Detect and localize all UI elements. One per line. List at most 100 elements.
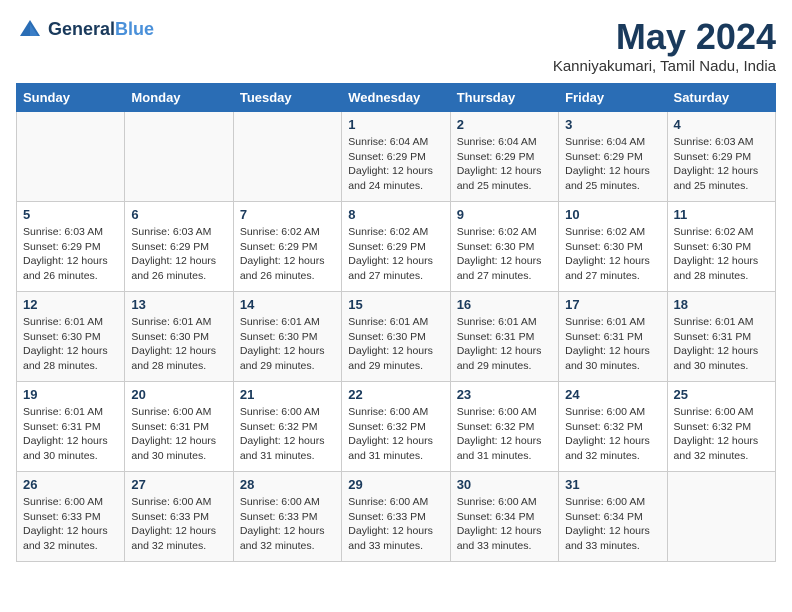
day-info: Sunrise: 6:00 AM Sunset: 6:34 PM Dayligh… (565, 495, 660, 554)
calendar-cell: 3 Sunrise: 6:04 AM Sunset: 6:29 PM Daylig… (559, 112, 667, 202)
weekday-header: Monday (125, 84, 233, 112)
day-number: 5 (23, 207, 118, 222)
day-number: 15 (348, 297, 443, 312)
calendar-cell: 6Sunrise: 6:03 AM Sunset: 6:29 PM Daylig… (125, 202, 233, 292)
calendar-cell: 15 Sunrise: 6:01 AM Sunset: 6:30 PM Dayli… (342, 292, 450, 382)
day-info: Sunrise: 6:04 AM Sunset: 6:29 PM Dayligh… (565, 135, 660, 194)
calendar-cell: 13Sunrise: 6:01 AM Sunset: 6:30 PM Dayli… (125, 292, 233, 382)
weekday-header-row: SundayMondayTuesdayWednesdayThursdayFrid… (17, 84, 776, 112)
calendar-cell: 5 Sunrise: 6:03 AM Sunset: 6:29 PM Daylig… (17, 202, 125, 292)
day-number: 27 (131, 477, 226, 492)
day-number: 12 (23, 297, 118, 312)
day-number: 21 (240, 387, 335, 402)
day-number: 29 (348, 477, 443, 492)
calendar-cell: 16 Sunrise: 6:01 AM Sunset: 6:31 PM Dayli… (450, 292, 558, 382)
day-number: 9 (457, 207, 552, 222)
weekday-header: Thursday (450, 84, 558, 112)
day-number: 6 (131, 207, 226, 222)
page-header: GeneralBlue May 2024 Kanniyakumari, Tami… (16, 16, 776, 75)
day-info: Sunrise: 6:04 AM Sunset: 6:29 PM Dayligh… (348, 135, 443, 194)
day-info: Sunrise: 6:00 AM Sunset: 6:34 PM Dayligh… (457, 495, 552, 554)
day-info: Sunrise: 6:01 AM Sunset: 6:30 PM Dayligh… (348, 315, 443, 374)
day-number: 20 (131, 387, 226, 402)
title-block: May 2024 Kanniyakumari, Tamil Nadu, Indi… (553, 16, 776, 75)
day-info: Sunrise: 6:03 AM Sunset: 6:29 PM Dayligh… (674, 135, 769, 194)
calendar-table: SundayMondayTuesdayWednesdayThursdayFrid… (16, 83, 776, 562)
day-info: Sunrise: 6:03 AM Sunset: 6:29 PM Dayligh… (23, 225, 118, 284)
day-number: 10 (565, 207, 660, 222)
calendar-cell: 21 Sunrise: 6:00 AM Sunset: 6:32 PM Dayli… (233, 382, 341, 472)
day-info: Sunrise: 6:00 AM Sunset: 6:32 PM Dayligh… (348, 405, 443, 464)
weekday-header: Wednesday (342, 84, 450, 112)
calendar-cell: 18Sunrise: 6:01 AM Sunset: 6:31 PM Dayli… (667, 292, 775, 382)
day-number: 26 (23, 477, 118, 492)
day-info: Sunrise: 6:02 AM Sunset: 6:30 PM Dayligh… (565, 225, 660, 284)
calendar-cell: 31 Sunrise: 6:00 AM Sunset: 6:34 PM Dayli… (559, 472, 667, 562)
day-info: Sunrise: 6:02 AM Sunset: 6:30 PM Dayligh… (674, 225, 769, 284)
weekday-header: Sunday (17, 84, 125, 112)
day-info: Sunrise: 6:00 AM Sunset: 6:32 PM Dayligh… (457, 405, 552, 464)
calendar-cell: 29 Sunrise: 6:00 AM Sunset: 6:33 PM Dayli… (342, 472, 450, 562)
day-info: Sunrise: 6:00 AM Sunset: 6:33 PM Dayligh… (348, 495, 443, 554)
calendar-week-row: 26 Sunrise: 6:00 AM Sunset: 6:33 PM Dayli… (17, 472, 776, 562)
calendar-cell: 9 Sunrise: 6:02 AM Sunset: 6:30 PM Daylig… (450, 202, 558, 292)
day-number: 2 (457, 117, 552, 132)
month-title: May 2024 (553, 16, 776, 58)
day-number: 1 (348, 117, 443, 132)
day-number: 25 (674, 387, 769, 402)
calendar-cell: 27Sunrise: 6:00 AM Sunset: 6:33 PM Dayli… (125, 472, 233, 562)
day-number: 19 (23, 387, 118, 402)
calendar-week-row: 1 Sunrise: 6:04 AM Sunset: 6:29 PM Daylig… (17, 112, 776, 202)
day-number: 23 (457, 387, 552, 402)
calendar-cell (667, 472, 775, 562)
calendar-cell: 19 Sunrise: 6:01 AM Sunset: 6:31 PM Dayli… (17, 382, 125, 472)
day-info: Sunrise: 6:02 AM Sunset: 6:29 PM Dayligh… (240, 225, 335, 284)
day-number: 31 (565, 477, 660, 492)
day-info: Sunrise: 6:00 AM Sunset: 6:33 PM Dayligh… (240, 495, 335, 554)
day-number: 16 (457, 297, 552, 312)
calendar-cell: 17 Sunrise: 6:01 AM Sunset: 6:31 PM Dayli… (559, 292, 667, 382)
day-number: 22 (348, 387, 443, 402)
calendar-cell: 25 Sunrise: 6:00 AM Sunset: 6:32 PM Dayli… (667, 382, 775, 472)
day-info: Sunrise: 6:04 AM Sunset: 6:29 PM Dayligh… (457, 135, 552, 194)
day-info: Sunrise: 6:01 AM Sunset: 6:31 PM Dayligh… (565, 315, 660, 374)
day-info: Sunrise: 6:01 AM Sunset: 6:31 PM Dayligh… (457, 315, 552, 374)
day-number: 3 (565, 117, 660, 132)
calendar-cell: 20 Sunrise: 6:00 AM Sunset: 6:31 PM Dayli… (125, 382, 233, 472)
calendar-week-row: 12 Sunrise: 6:01 AM Sunset: 6:30 PM Dayli… (17, 292, 776, 382)
weekday-header: Friday (559, 84, 667, 112)
calendar-cell (233, 112, 341, 202)
logo-icon (16, 16, 44, 44)
day-number: 7 (240, 207, 335, 222)
day-number: 17 (565, 297, 660, 312)
calendar-cell: 4 Sunrise: 6:03 AM Sunset: 6:29 PM Daylig… (667, 112, 775, 202)
calendar-cell: 10 Sunrise: 6:02 AM Sunset: 6:30 PM Dayli… (559, 202, 667, 292)
calendar-cell: 2 Sunrise: 6:04 AM Sunset: 6:29 PM Daylig… (450, 112, 558, 202)
logo: GeneralBlue (16, 16, 154, 44)
day-number: 8 (348, 207, 443, 222)
calendar-cell: 30 Sunrise: 6:00 AM Sunset: 6:34 PM Dayli… (450, 472, 558, 562)
day-number: 24 (565, 387, 660, 402)
calendar-cell (17, 112, 125, 202)
calendar-cell: 24 Sunrise: 6:00 AM Sunset: 6:32 PM Dayli… (559, 382, 667, 472)
calendar-cell: 11Sunrise: 6:02 AM Sunset: 6:30 PM Dayli… (667, 202, 775, 292)
day-info: Sunrise: 6:02 AM Sunset: 6:30 PM Dayligh… (457, 225, 552, 284)
weekday-header: Tuesday (233, 84, 341, 112)
day-number: 28 (240, 477, 335, 492)
calendar-cell: 22 Sunrise: 6:00 AM Sunset: 6:32 PM Dayli… (342, 382, 450, 472)
day-info: Sunrise: 6:00 AM Sunset: 6:32 PM Dayligh… (240, 405, 335, 464)
day-number: 14 (240, 297, 335, 312)
weekday-header: Saturday (667, 84, 775, 112)
day-info: Sunrise: 6:02 AM Sunset: 6:29 PM Dayligh… (348, 225, 443, 284)
calendar-cell: 26Sunrise: 6:00 AM Sunset: 6:33 PM Dayli… (17, 472, 125, 562)
day-info: Sunrise: 6:00 AM Sunset: 6:32 PM Dayligh… (674, 405, 769, 464)
calendar-cell: 28 Sunrise: 6:00 AM Sunset: 6:33 PM Dayli… (233, 472, 341, 562)
day-info: Sunrise: 6:00 AM Sunset: 6:32 PM Dayligh… (565, 405, 660, 464)
day-number: 30 (457, 477, 552, 492)
location: Kanniyakumari, Tamil Nadu, India (553, 58, 776, 75)
day-info: Sunrise: 6:00 AM Sunset: 6:31 PM Dayligh… (131, 405, 226, 464)
day-info: Sunrise: 6:01 AM Sunset: 6:31 PM Dayligh… (23, 405, 118, 464)
day-number: 4 (674, 117, 769, 132)
calendar-cell: 14Sunrise: 6:01 AM Sunset: 6:30 PM Dayli… (233, 292, 341, 382)
day-info: Sunrise: 6:01 AM Sunset: 6:30 PM Dayligh… (131, 315, 226, 374)
